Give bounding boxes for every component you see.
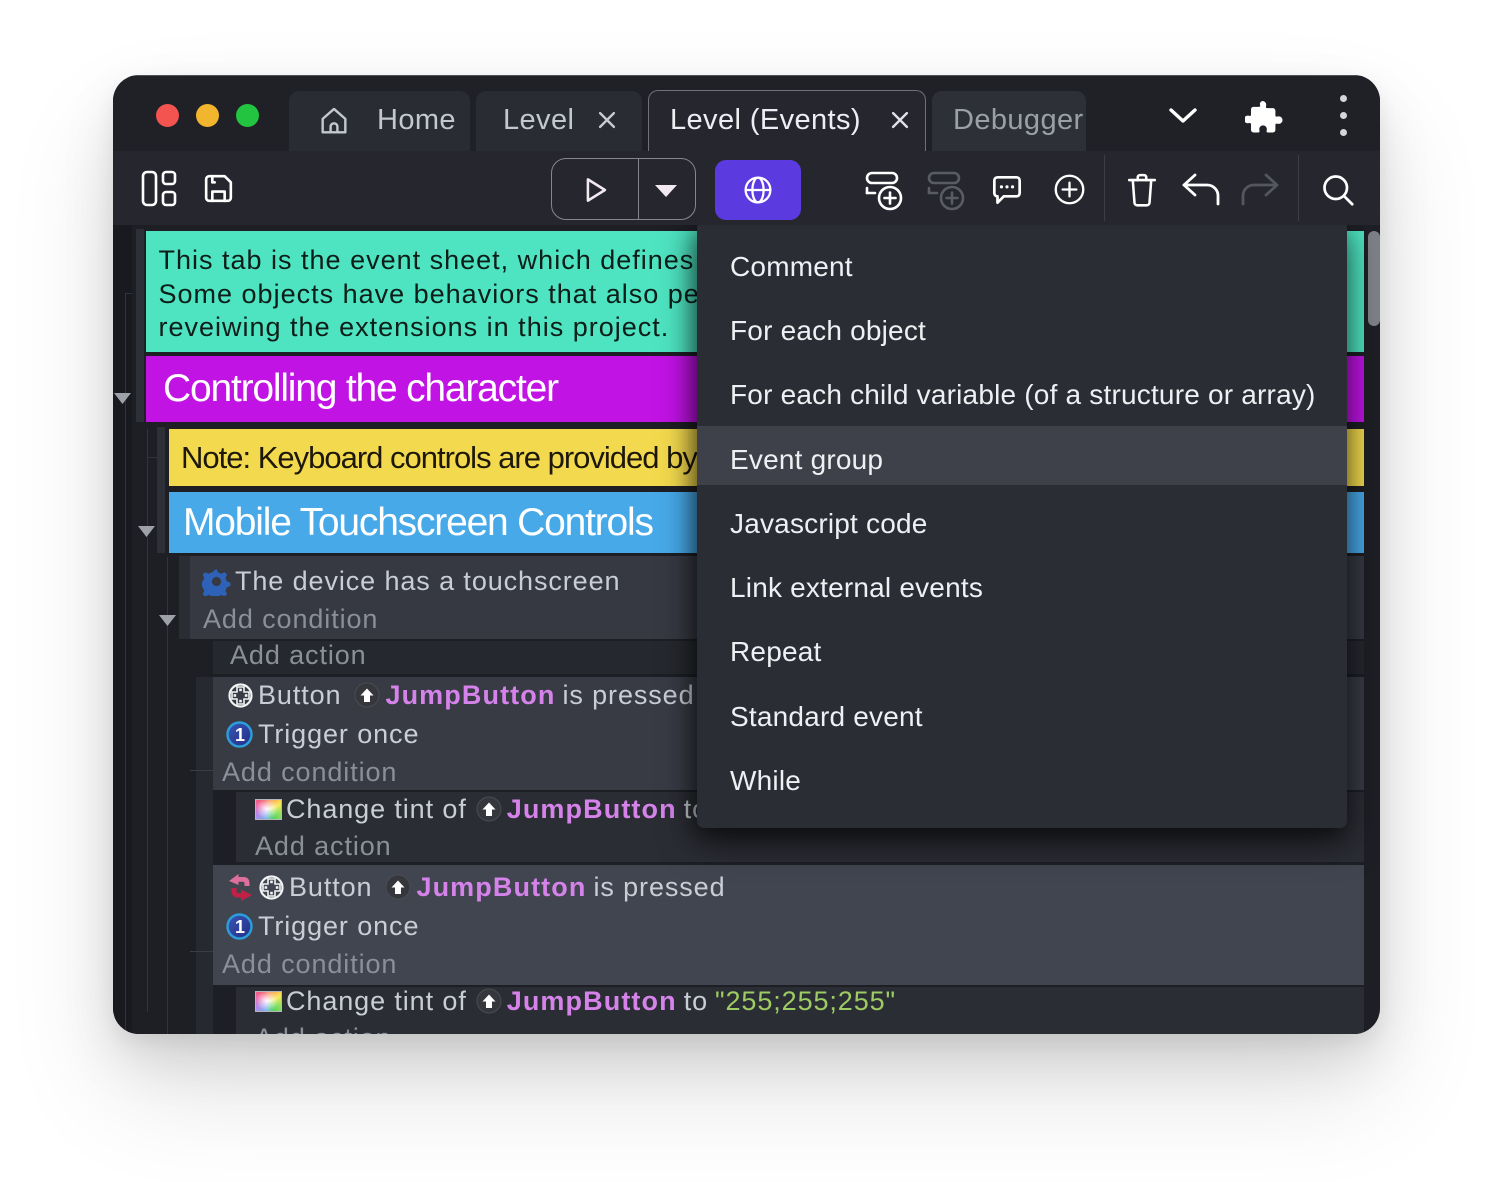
svg-text:1: 1 [235, 725, 245, 745]
svg-text:1: 1 [235, 917, 245, 937]
